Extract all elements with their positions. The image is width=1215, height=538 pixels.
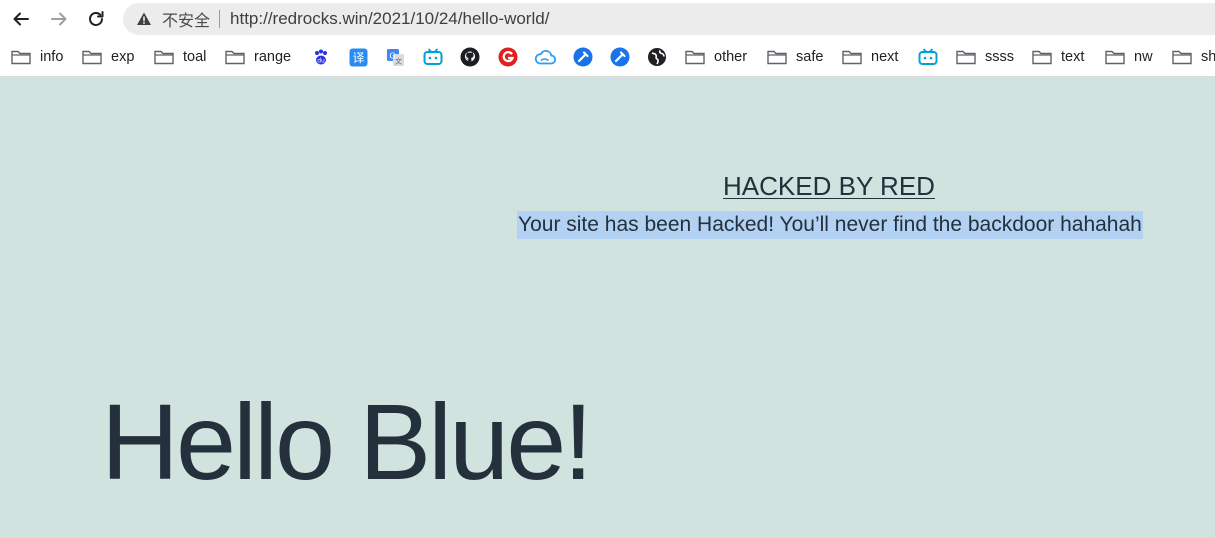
reload-icon (89, 11, 104, 26)
folder-icon (82, 50, 102, 65)
address-bar[interactable]: 不安全 http://redrocks.win/2021/10/24/hello… (123, 3, 1215, 35)
bookmark-label: info (40, 49, 64, 65)
bookmarks-bar: info exp toal range du 译 G文 other safe n… (0, 38, 1215, 77)
bookmark-folder-other[interactable]: other (685, 46, 747, 68)
forward-button[interactable] (45, 5, 73, 33)
bookmark-folder-sh[interactable]: sh (1172, 46, 1215, 68)
cloud-icon[interactable] (534, 46, 556, 68)
warning-icon[interactable] (136, 11, 152, 27)
page-content: HACKED BY RED Your site has been Hacked!… (0, 77, 1215, 538)
bookmark-label: exp (111, 49, 135, 65)
bookmark-label: nw (1134, 49, 1153, 65)
folder-icon (842, 50, 862, 65)
bookmark-folder-text[interactable]: text (1032, 46, 1084, 68)
folder-icon (225, 50, 245, 65)
blue-tool-icon[interactable] (572, 46, 594, 68)
browser-toolbar: 不安全 http://redrocks.win/2021/10/24/hello… (0, 0, 1215, 38)
bookmark-label: sh (1201, 49, 1215, 65)
globe-icon[interactable] (646, 46, 668, 68)
svg-text:文: 文 (395, 56, 402, 65)
bookmark-folder-exp[interactable]: exp (82, 46, 134, 68)
omnibox-divider (219, 10, 221, 28)
bookmark-folder-next[interactable]: next (842, 46, 898, 68)
bookmark-label: safe (796, 49, 824, 65)
translate-icon[interactable]: 译 (347, 46, 369, 68)
bilibili-icon[interactable] (422, 46, 444, 68)
bookmark-label: other (714, 49, 748, 65)
folder-icon (685, 50, 705, 65)
bookmark-label: range (254, 49, 292, 65)
bookmark-folder-nw[interactable]: nw (1105, 46, 1153, 68)
reload-button[interactable] (82, 5, 110, 33)
folder-icon (1172, 50, 1192, 65)
blue-tool-icon-2[interactable] (609, 46, 631, 68)
url-text[interactable]: http://redrocks.win/2021/10/24/hello-wor… (230, 9, 549, 29)
bookmark-folder-toal[interactable]: toal (154, 46, 206, 68)
bookmark-folder-safe[interactable]: safe (767, 46, 823, 68)
baidu-paw-icon[interactable]: du (310, 46, 332, 68)
bookmark-folder-ssss[interactable]: ssss (956, 46, 1014, 68)
hacked-title: HACKED BY RED (723, 171, 935, 201)
bookmark-label: text (1061, 49, 1085, 65)
red-g-icon[interactable] (497, 46, 519, 68)
bookmark-label: next (871, 49, 899, 65)
github-icon[interactable] (459, 46, 481, 68)
google-translate-icon[interactable]: G文 (384, 46, 406, 68)
folder-icon (956, 50, 976, 65)
bookmark-folder-info[interactable]: info (11, 46, 63, 68)
security-status-label[interactable]: 不安全 (162, 7, 210, 31)
arrow-right-icon (51, 12, 67, 26)
folder-icon (1105, 50, 1125, 65)
back-button[interactable] (7, 5, 35, 33)
bookmark-label: toal (183, 49, 207, 65)
folder-icon (11, 50, 31, 65)
arrow-left-icon (13, 12, 29, 26)
bilibili-icon-2[interactable] (917, 46, 939, 68)
svg-text:译: 译 (352, 51, 364, 65)
bookmark-label: ssss (985, 49, 1014, 65)
folder-icon (767, 50, 787, 65)
svg-text:du: du (317, 58, 325, 65)
folder-icon (154, 50, 174, 65)
hacked-message: Your site has been Hacked! You’ll never … (517, 211, 1143, 239)
folder-icon (1032, 50, 1052, 65)
bookmark-folder-range[interactable]: range (225, 46, 291, 68)
hello-heading: Hello Blue! (101, 381, 593, 502)
